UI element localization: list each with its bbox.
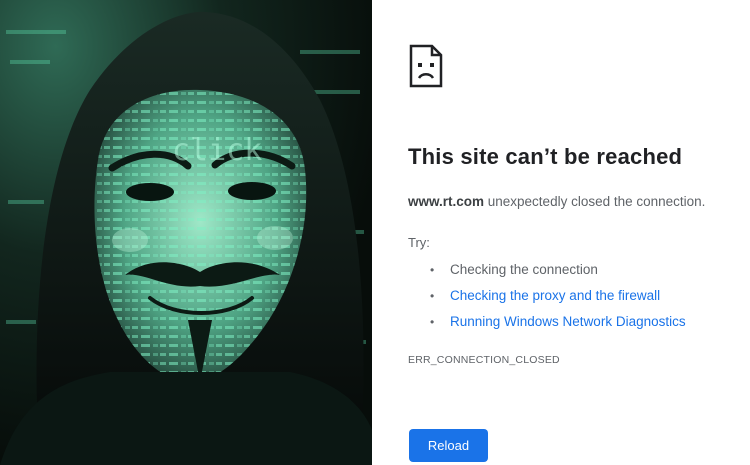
error-code: ERR_CONNECTION_CLOSED bbox=[408, 354, 560, 366]
error-domain: www.rt.com bbox=[408, 194, 485, 209]
browser-error-page: This site can’t be reached www.rt.com un… bbox=[376, 0, 750, 465]
suggestion-item: Running Windows Network Diagnostics bbox=[430, 312, 686, 338]
composite-screenshot: click This site can’t be reached www.rt.… bbox=[0, 0, 750, 465]
suggestion-item: Checking the connection bbox=[430, 260, 686, 286]
suggestion-check-proxy-link[interactable]: Checking the proxy and the firewall bbox=[450, 288, 660, 303]
overlay-code-text: click bbox=[172, 133, 262, 168]
reload-button[interactable]: Reload bbox=[409, 429, 488, 462]
page-title: This site can’t be reached bbox=[408, 144, 683, 169]
suggestion-check-connection: Checking the connection bbox=[450, 262, 598, 277]
error-message-text: unexpectedly closed the connection. bbox=[484, 194, 706, 209]
suggestion-item: Checking the proxy and the firewall bbox=[430, 286, 686, 312]
sad-page-icon bbox=[408, 43, 444, 89]
hooded-mask-photo: click bbox=[0, 0, 372, 465]
error-message: www.rt.com unexpectedly closed the conne… bbox=[408, 194, 705, 209]
try-label: Try: bbox=[408, 235, 430, 250]
suggestion-network-diagnostics-link[interactable]: Running Windows Network Diagnostics bbox=[450, 314, 686, 329]
suggestions-list: Checking the connection Checking the pro… bbox=[430, 260, 686, 338]
mask-illustration: click bbox=[0, 0, 372, 465]
